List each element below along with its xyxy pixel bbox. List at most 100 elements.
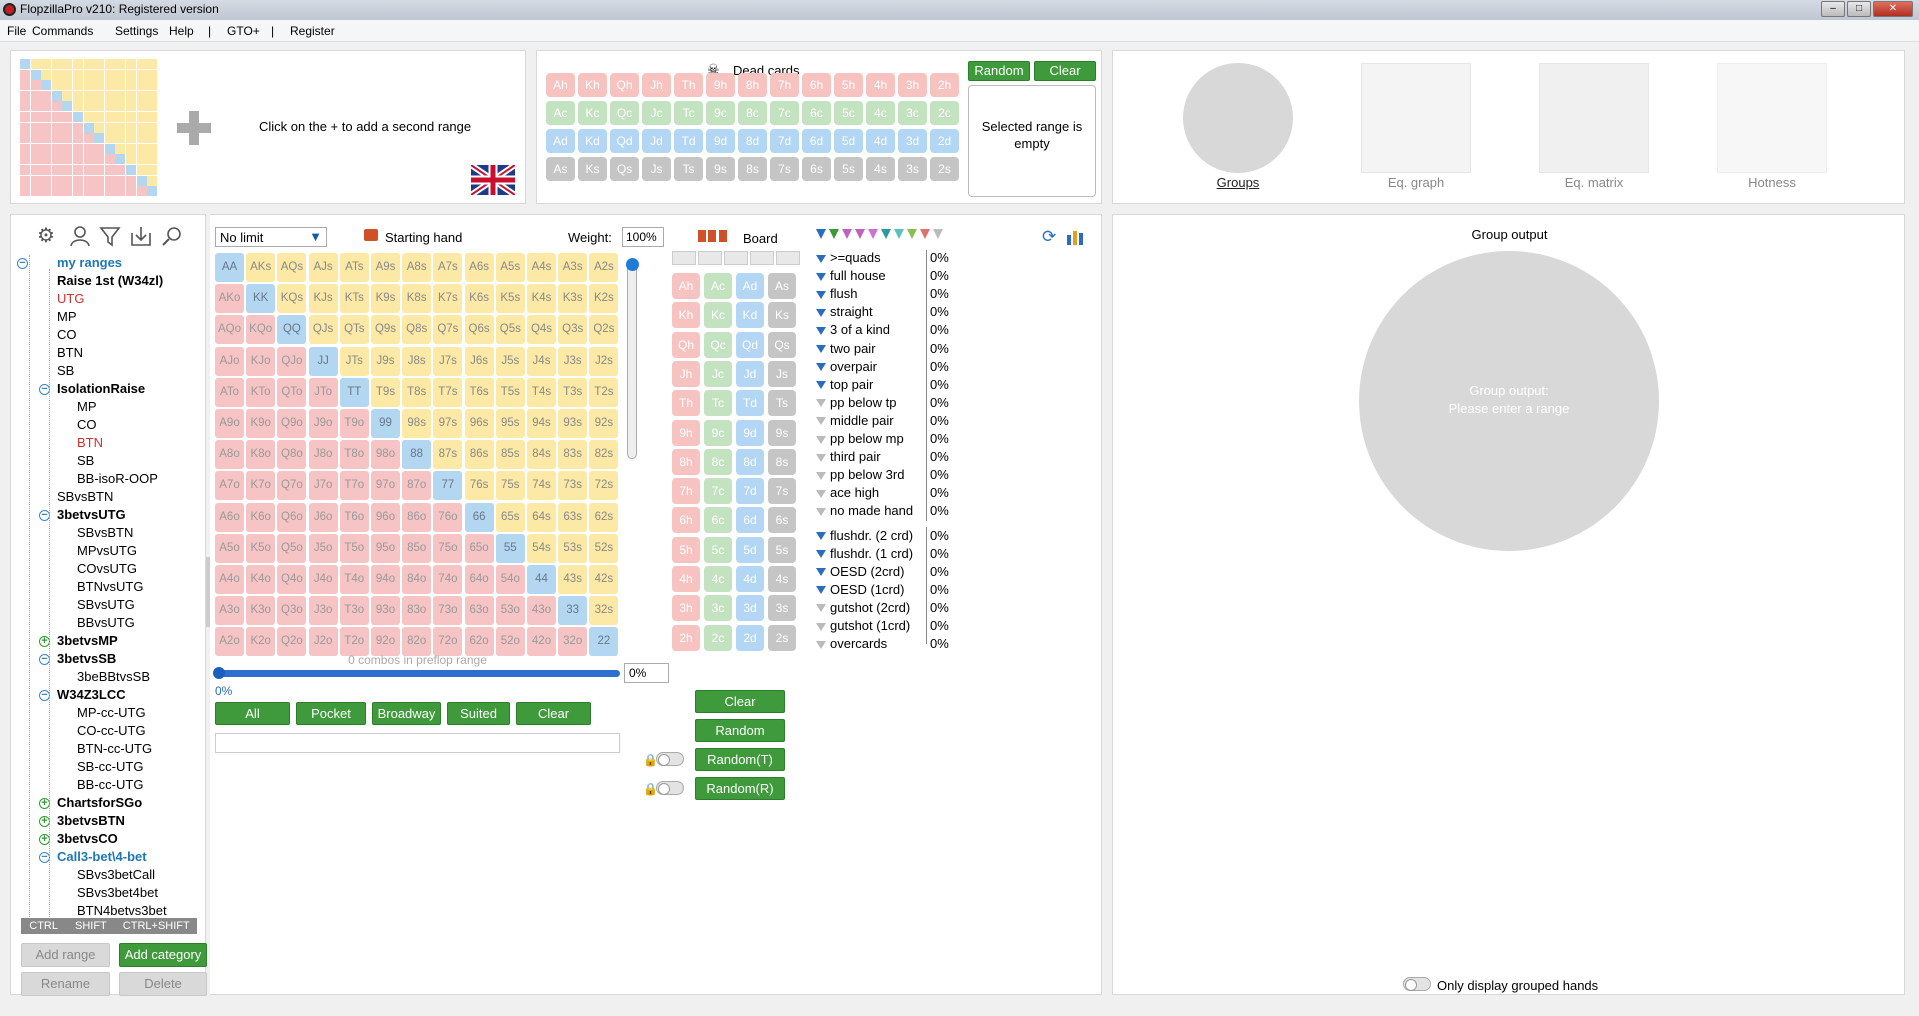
rename-button[interactable]: Rename — [21, 972, 110, 996]
matrix-cell[interactable]: QQ — [277, 315, 307, 345]
filter-active-icon[interactable] — [816, 272, 826, 281]
filter-funnel-icon[interactable] — [842, 229, 852, 239]
board-random-r-button[interactable]: Random(R) — [695, 777, 785, 800]
matrix-cell[interactable]: Q8s — [402, 315, 432, 345]
matrix-cell[interactable]: Q3o — [277, 596, 307, 626]
board-card[interactable]: Js — [768, 360, 796, 387]
filter-row[interactable]: no made hand — [816, 503, 913, 518]
tree-item[interactable]: MP — [57, 309, 77, 324]
matrix-cell[interactable]: 65o — [464, 533, 494, 563]
board-card[interactable]: 8s — [768, 448, 796, 475]
dead-card[interactable]: Td — [674, 129, 703, 153]
menu-item-1[interactable]: Commands — [32, 24, 93, 38]
dead-card[interactable]: 3h — [898, 73, 927, 97]
filter-row[interactable]: full house — [816, 268, 886, 283]
gear-icon[interactable]: ⚙ — [37, 223, 55, 248]
dead-card[interactable]: 8h — [738, 73, 767, 97]
dead-card[interactable]: Kh — [578, 73, 607, 97]
filter-funnel-icon[interactable] — [855, 229, 865, 239]
filter-inactive-icon[interactable] — [816, 489, 826, 498]
dead-card[interactable]: Ts — [674, 157, 703, 181]
matrix-cell[interactable]: A3s — [558, 253, 588, 282]
board-card[interactable]: Ac — [704, 273, 732, 299]
filter-active-icon[interactable] — [816, 290, 826, 299]
tree-item[interactable]: BTN-cc-UTG — [77, 741, 152, 756]
matrix-cell[interactable]: AA — [215, 253, 244, 282]
matrix-cell[interactable]: 93s — [558, 409, 588, 438]
dead-card[interactable]: Ks — [578, 157, 607, 181]
search-icon[interactable] — [161, 225, 183, 247]
board-clear-button[interactable]: Clear — [695, 690, 785, 713]
filter-inactive-icon[interactable] — [816, 453, 826, 462]
filter-funnel-icon[interactable] — [894, 229, 904, 239]
tree-item[interactable]: W34Z3LCC — [57, 687, 126, 702]
matrix-cell[interactable]: QJo — [277, 346, 307, 376]
matrix-cell[interactable]: 95o — [371, 533, 400, 563]
matrix-cell[interactable]: 86s — [464, 440, 494, 470]
filter-row[interactable]: overpair — [816, 359, 877, 374]
filter-active-icon[interactable] — [816, 568, 826, 577]
dead-card[interactable]: 4s — [866, 157, 895, 181]
refresh-icon[interactable]: ⟳ — [1042, 227, 1056, 247]
matrix-cell[interactable]: 94s — [527, 409, 556, 438]
board-card[interactable]: Qd — [736, 331, 764, 358]
board-random-button[interactable]: Random — [695, 719, 785, 742]
matrix-cell[interactable]: 54s — [527, 533, 556, 563]
matrix-cell[interactable]: 99 — [371, 409, 400, 438]
filter-row[interactable]: pp below tp — [816, 395, 897, 410]
uk-flag-icon[interactable] — [471, 165, 515, 195]
filter-row[interactable]: flush — [816, 286, 857, 301]
board-card[interactable]: 4h — [672, 566, 700, 592]
menu-item-3[interactable]: Help — [169, 24, 194, 38]
matrix-cell[interactable]: 75o — [433, 533, 463, 563]
matrix-cell[interactable]: T5o — [339, 533, 369, 563]
matrix-cell[interactable]: A4s — [527, 253, 556, 282]
matrix-cell[interactable]: A6o — [215, 502, 244, 532]
preflop-percent-input[interactable]: 0% — [624, 663, 669, 683]
dead-card[interactable]: 2s — [930, 157, 959, 181]
board-card[interactable]: Ts — [768, 390, 796, 417]
board-card[interactable]: 2d — [736, 624, 764, 651]
tree-item[interactable]: 3betvsCO — [57, 831, 118, 846]
matrix-cell[interactable]: 55 — [495, 533, 525, 563]
tree-item[interactable]: BTN — [57, 345, 83, 360]
matrix-cell[interactable]: 82s — [589, 440, 619, 470]
board-card[interactable]: 2h — [672, 624, 700, 651]
matrix-cell[interactable]: KJs — [308, 284, 338, 314]
tree-item[interactable]: BTN4betvs3bet — [77, 903, 167, 918]
matrix-cell[interactable]: K6o — [246, 502, 276, 532]
matrix-cell[interactable]: A7o — [215, 471, 244, 501]
dead-card[interactable]: 6c — [802, 101, 831, 125]
matrix-cell[interactable]: A6s — [464, 253, 494, 282]
matrix-cell[interactable]: K8s — [402, 284, 432, 314]
matrix-cell[interactable]: K7o — [246, 471, 276, 501]
groups-thumbnail[interactable] — [1183, 63, 1293, 173]
board-card[interactable]: Th — [672, 390, 700, 417]
eq-matrix-thumbnail[interactable] — [1539, 63, 1649, 173]
filter-active-icon[interactable] — [816, 254, 826, 263]
board-slot[interactable] — [698, 251, 722, 265]
matrix-cell[interactable]: T8s — [402, 377, 432, 407]
add-range-button[interactable]: Add range — [21, 943, 110, 967]
matrix-cell[interactable]: 97s — [433, 409, 463, 438]
tree-item[interactable]: MP — [77, 399, 97, 414]
dead-card[interactable]: 9c — [706, 101, 735, 125]
matrix-cell[interactable]: Q7o — [277, 471, 307, 501]
matrix-cell[interactable]: 76o — [433, 502, 463, 532]
tree-item[interactable]: ChartsforSGo — [57, 795, 142, 810]
random-r-toggle[interactable] — [656, 781, 684, 795]
dead-card[interactable]: Jh — [642, 73, 671, 97]
dead-card[interactable]: 5d — [834, 129, 863, 153]
range-thumbnail[interactable] — [20, 59, 158, 197]
tree-item[interactable]: 3betvsMP — [57, 633, 118, 648]
matrix-cell[interactable]: 76s — [464, 471, 494, 501]
board-card[interactable]: 7s — [768, 478, 796, 505]
board-card[interactable]: 9h — [672, 419, 700, 446]
matrix-cell[interactable]: A2s — [589, 253, 619, 282]
matrix-cell[interactable]: Q5o — [277, 533, 307, 563]
board-card[interactable]: 3s — [768, 595, 796, 622]
matrix-cell[interactable]: 87o — [402, 471, 432, 501]
board-card[interactable]: 5h — [672, 536, 700, 563]
dead-card[interactable]: 6h — [802, 73, 831, 97]
matrix-cell[interactable]: 93o — [371, 596, 400, 626]
